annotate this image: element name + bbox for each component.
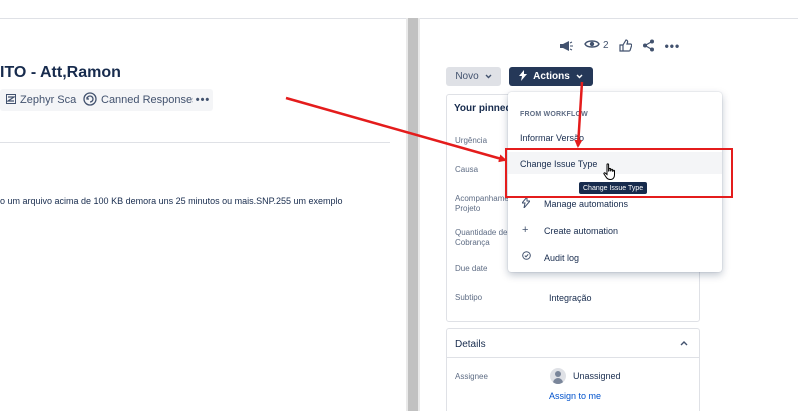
more-icon[interactable]: ••• xyxy=(665,39,681,53)
megaphone-icon[interactable] xyxy=(558,39,574,53)
scrollbar-thumb[interactable] xyxy=(408,18,418,411)
watchers-count: 2 xyxy=(603,40,609,51)
share-icon[interactable] xyxy=(642,39,655,52)
plus-icon: + xyxy=(522,224,529,236)
menu-item-audit-log[interactable]: Audit log xyxy=(544,253,579,263)
eye-icon xyxy=(584,38,600,53)
assign-to-me-link[interactable]: Assign to me xyxy=(549,391,601,401)
field-label-line: Quantidade de xyxy=(455,228,508,237)
assignee-label: Assignee xyxy=(455,372,488,381)
field-label-quantidade: Quantidade de Cobrança xyxy=(455,228,508,248)
header-divider xyxy=(0,18,798,19)
status-label: Novo xyxy=(455,71,479,82)
hand-cursor-icon xyxy=(603,163,617,186)
actions-button[interactable]: Actions xyxy=(509,67,593,86)
canned-responses-icon xyxy=(83,91,97,109)
content-divider xyxy=(0,142,390,143)
assignee-value[interactable]: Unassigned xyxy=(573,371,621,381)
zephyr-icon xyxy=(6,93,16,107)
lightning-icon xyxy=(519,69,528,84)
field-label-subtipo: Subtipo xyxy=(455,293,483,302)
issue-description[interactable]: o um arquivo acima de 100 KB demora uns … xyxy=(0,196,343,206)
more-icon: ••• xyxy=(195,94,211,106)
pinned-fields-title: Your pinned xyxy=(454,103,512,114)
field-label-causa: Causa xyxy=(455,165,479,174)
menu-section-heading: FROM WORKFLOW xyxy=(520,111,588,118)
menu-item-create-automation[interactable]: Create automation xyxy=(544,226,618,236)
issue-view: ITO - Att,Ramon Zephyr Scale Canned Resp… xyxy=(0,0,798,411)
thumbs-up-icon[interactable] xyxy=(618,39,632,52)
canned-responses-button[interactable]: Canned Responses xyxy=(77,89,204,111)
watch-button[interactable]: 2 xyxy=(584,38,609,53)
field-value-subtipo[interactable]: Integração xyxy=(549,293,592,303)
issue-title[interactable]: ITO - Att,Ramon xyxy=(0,64,121,82)
zephyr-scale-label: Zephyr Scale xyxy=(20,94,85,106)
field-label-line: Acompanhame xyxy=(455,194,509,203)
field-label-due-date: Due date xyxy=(455,264,488,273)
field-label-urgencia: Urgência xyxy=(455,136,488,145)
issue-toolbar: 2 ••• xyxy=(558,38,680,53)
avatar xyxy=(550,368,566,384)
field-label-line: Projeto xyxy=(455,204,481,213)
details-title: Details xyxy=(455,339,486,350)
lightning-icon xyxy=(520,195,532,211)
chevron-down-icon xyxy=(576,71,583,82)
field-label-line: Cobrança xyxy=(455,238,490,247)
annotation-highlight-box xyxy=(505,148,733,198)
canned-responses-label: Canned Responses xyxy=(101,94,198,106)
menu-item-manage-automations[interactable]: Manage automations xyxy=(544,199,628,209)
chevron-up-icon[interactable] xyxy=(680,338,688,348)
actions-label: Actions xyxy=(533,71,570,82)
apps-more-button[interactable]: ••• xyxy=(193,89,213,111)
chevron-down-icon xyxy=(485,71,492,82)
field-label-acompanhamento: Acompanhame Projeto xyxy=(455,194,509,214)
menu-item-informar-versao[interactable]: Informar Versão xyxy=(520,133,584,143)
status-button[interactable]: Novo xyxy=(446,67,501,86)
audit-icon xyxy=(522,251,531,263)
